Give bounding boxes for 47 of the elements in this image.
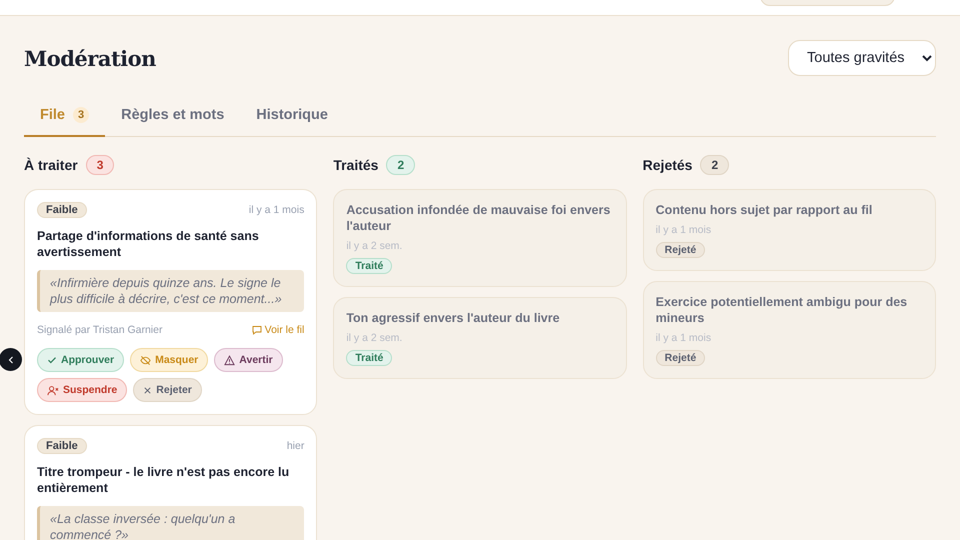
approve-button[interactable]: Approuver [37, 348, 124, 372]
warn-button[interactable]: Avertir [214, 348, 283, 372]
chat-bubble-icon [252, 325, 262, 335]
user-x-icon [47, 384, 59, 396]
column-title: À traiter [24, 157, 78, 173]
status-badge: Traité [346, 258, 392, 274]
report-title: Exercice potentiellement ambigu pour des mineurs [656, 294, 908, 326]
report-title: Ton agressif envers l'auteur du livre [346, 310, 561, 326]
count-badge: 2 [700, 155, 730, 175]
count-badge: 2 [386, 155, 416, 175]
status-badge: Rejeté [656, 350, 706, 366]
eye-slash-icon [140, 354, 152, 366]
tab[interactable]: Règles et mots [105, 98, 240, 137]
severity-filter[interactable]: Toutes gravités [788, 40, 936, 76]
status-badge: Traité [346, 350, 392, 366]
timestamp: hier [286, 440, 304, 452]
report-title: Partage d'informations de santé sans avertissement [37, 228, 260, 260]
timestamp: il y a 2 sem. [346, 332, 404, 344]
view-thread-link[interactable]: Voir le fil [252, 324, 304, 336]
check-icon [47, 355, 57, 365]
tab[interactable]: File 3 [24, 98, 106, 137]
severity-badge: Faible [37, 202, 87, 218]
hide-button[interactable]: Masquer [130, 348, 208, 372]
report-title: Contenu hors sujet par rapport au fil [656, 202, 874, 218]
tab-count-badge: 3 [72, 107, 90, 123]
timestamp: il y a 2 sem. [346, 240, 404, 252]
severity-badge: Faible [37, 438, 87, 454]
column-title: Traités [333, 157, 378, 173]
reporter-text: Signalé par Tristan Garnier [37, 324, 162, 336]
timestamp: il y a 1 mois [656, 332, 712, 344]
quoted-message: «La classe inversée : quelqu'un a commencé ?» [37, 506, 304, 540]
timestamp: il y a 1 mois [656, 224, 712, 236]
column-title: Rejetés [642, 157, 692, 173]
close-icon [143, 386, 152, 394]
chevron-left-icon [8, 356, 14, 364]
report-title: Titre trompeur - le livre n'est pas encore lu entièrement [37, 464, 290, 496]
suspend-button[interactable]: Suspendre [37, 378, 128, 402]
status-badge: Rejeté [656, 242, 706, 258]
timestamp: il y a 1 mois [248, 204, 304, 216]
report-title: Accusation infondée de mauvaise foi envers l'auteur [346, 202, 612, 234]
collapse-button[interactable] [0, 348, 22, 371]
count-badge: 3 [86, 155, 114, 175]
tab[interactable]: Historique [240, 98, 344, 137]
quoted-message: «Infirmière depuis quinze ans. Le signe le plus difficile à décrire, c'est ce moment...» [37, 270, 304, 312]
warning-icon [224, 354, 236, 366]
reject-button[interactable]: Rejeter [133, 378, 202, 402]
page-title: Modération [24, 46, 156, 70]
